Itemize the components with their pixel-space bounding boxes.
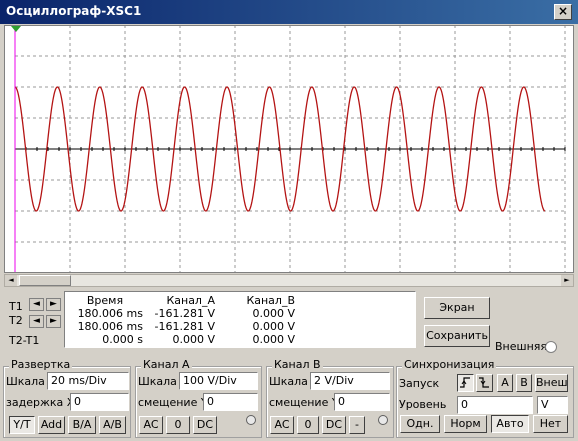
channel-b-ac-button[interactable]: AC xyxy=(270,416,294,434)
title-bar: Осциллограф-XSC1 × xyxy=(0,0,578,24)
channel-b-dc-button[interactable]: DC xyxy=(322,416,346,434)
external-label: Внешняя xyxy=(495,340,547,353)
channel-b-offset-field[interactable]: 0 xyxy=(334,393,390,411)
trigger-normal-button[interactable]: Норм xyxy=(444,415,487,433)
channel-a-connector-icon xyxy=(246,415,256,425)
measurement-table: Время Канал_A Канал_B 180.006 ms -161.28… xyxy=(65,294,295,346)
trigger-source-b-button[interactable]: B xyxy=(516,374,532,392)
channel-a-offset-field[interactable]: 0 xyxy=(203,393,258,411)
t2-label: T2 xyxy=(9,314,23,327)
scroll-thumb[interactable] xyxy=(19,275,71,286)
channel-b-zero-button[interactable]: 0 xyxy=(297,416,319,434)
channel-b-scale-field[interactable]: 2 V/Div xyxy=(310,372,390,390)
channel-b-connector-icon xyxy=(378,415,388,425)
trigger-source-ext-button[interactable]: Внеш xyxy=(535,374,568,392)
rising-edge-icon xyxy=(460,377,470,388)
channel-a-dc-button[interactable]: DC xyxy=(193,416,217,434)
measurement-panel: Время Канал_A Канал_B 180.006 ms -161.28… xyxy=(64,291,416,348)
trigger-none-button[interactable]: Нет xyxy=(533,415,568,433)
t2-left-button[interactable]: ◄ xyxy=(29,315,44,328)
trigger-level-field[interactable]: 0 xyxy=(457,396,533,414)
t2-right-button[interactable]: ► xyxy=(46,315,61,328)
trigger-auto-button[interactable]: Авто xyxy=(491,415,529,433)
channel-a-ac-button[interactable]: AC xyxy=(139,416,163,434)
scroll-left-button[interactable]: ◄ xyxy=(5,275,17,286)
screen-button[interactable]: Экран xyxy=(424,297,490,319)
trigger-level-unit[interactable]: V xyxy=(537,396,568,414)
trigger-edge-label: Запуск xyxy=(399,377,440,390)
save-button[interactable]: Сохранить xyxy=(424,325,490,347)
measurement-row-t1: 180.006 ms -161.281 V 0.000 V xyxy=(77,307,295,320)
trigger-level-label: Уровень xyxy=(399,398,447,411)
t1-right-button[interactable]: ► xyxy=(46,298,61,311)
horizontal-scrollbar[interactable]: ◄ ► xyxy=(4,274,574,287)
trigger-source-a-button[interactable]: A xyxy=(497,374,513,392)
close-button[interactable]: × xyxy=(554,4,572,20)
timebase-scale-label: Шкала xyxy=(6,375,45,388)
oscilloscope-screen xyxy=(4,25,574,273)
measurement-header-row: Время Канал_A Канал_B xyxy=(65,294,295,307)
timebase-title: Развертка xyxy=(9,358,73,371)
channel-b-scale-label: Шкала xyxy=(269,375,308,388)
trigger-single-button[interactable]: Одн. xyxy=(400,415,440,433)
header-channel-b: Канал_B xyxy=(246,294,295,307)
channel-a-scale-label: Шкала xyxy=(138,375,177,388)
mode-ab-button[interactable]: A/B xyxy=(99,416,126,434)
scroll-right-button[interactable]: ► xyxy=(561,275,573,286)
timebase-scale-field[interactable]: 20 ms/Div xyxy=(47,372,129,390)
header-channel-a: Канал_A xyxy=(166,294,215,307)
trigger-title: Синхронизация xyxy=(402,358,497,371)
channel-a-title: Канал A xyxy=(141,358,192,371)
scope-plot xyxy=(11,26,566,272)
channel-a-offset-label: смещение Y xyxy=(138,396,208,409)
x-delay-label: задержка X xyxy=(6,396,75,409)
scope-grid xyxy=(14,26,566,272)
channel-b-invert-button[interactable]: - xyxy=(349,416,365,434)
header-time: Время xyxy=(86,294,124,307)
falling-edge-icon xyxy=(479,377,489,388)
channel-b-title: Канал B xyxy=(272,358,323,371)
channel-a-zero-button[interactable]: 0 xyxy=(166,416,190,434)
measurement-row-delta: 0.000 s 0.000 V 0.000 V xyxy=(102,333,295,346)
falling-edge-button[interactable] xyxy=(476,374,493,392)
window-title: Осциллограф-XSC1 xyxy=(6,4,142,18)
mode-ba-button[interactable]: B/A xyxy=(68,416,96,434)
channel-a-scale-field[interactable]: 100 V/Div xyxy=(179,372,258,390)
t1-left-button[interactable]: ◄ xyxy=(29,298,44,311)
cursor-flag-icon[interactable] xyxy=(11,26,21,32)
mode-yt-button[interactable]: Y/T xyxy=(9,416,35,434)
rising-edge-button[interactable] xyxy=(457,374,474,392)
channel-b-offset-label: смещение Y xyxy=(269,396,339,409)
t1-label: T1 xyxy=(9,300,23,313)
measurement-row-t2: 180.006 ms -161.281 V 0.000 V xyxy=(77,320,295,333)
mode-add-button[interactable]: Add xyxy=(38,416,65,434)
external-radio[interactable] xyxy=(545,341,557,353)
x-delay-field[interactable]: 0 xyxy=(70,393,129,411)
t2-t1-label: T2-T1 xyxy=(9,334,40,347)
